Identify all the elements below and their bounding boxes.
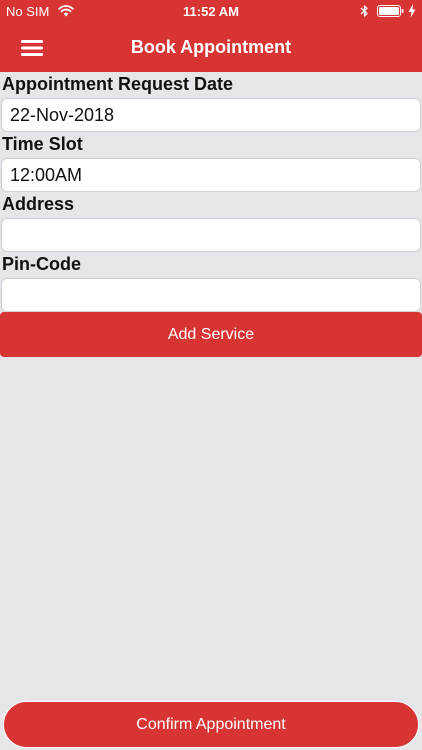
time-slot-input[interactable]	[1, 158, 421, 192]
time-slot-label: Time Slot	[2, 134, 83, 154]
pin-code-input[interactable]	[1, 278, 421, 312]
nav-bar: Book Appointment	[0, 24, 422, 72]
request-date-label: Appointment Request Date	[2, 74, 234, 94]
add-service-button[interactable]: Add Service	[0, 312, 422, 357]
address-label: Address	[2, 194, 75, 214]
charging-bolt-icon	[408, 4, 416, 18]
pin-code-label: Pin-Code	[2, 254, 81, 274]
appointment-form: Appointment Request Date Time Slot Addre…	[0, 72, 422, 357]
request-date-input[interactable]	[1, 98, 421, 132]
status-bar: No SIM 11:52 AM	[0, 0, 422, 24]
page-title: Book Appointment	[130, 37, 292, 57]
confirm-appointment-button[interactable]: Confirm Appointment	[3, 701, 419, 748]
battery-icon	[377, 5, 404, 17]
app-header: No SIM 11:52 AM Book Appointment	[0, 0, 422, 72]
address-input[interactable]	[1, 218, 421, 252]
clock-label: 11:52 AM	[183, 4, 239, 19]
bluetooth-icon	[360, 5, 368, 17]
battery-fill	[379, 7, 399, 15]
